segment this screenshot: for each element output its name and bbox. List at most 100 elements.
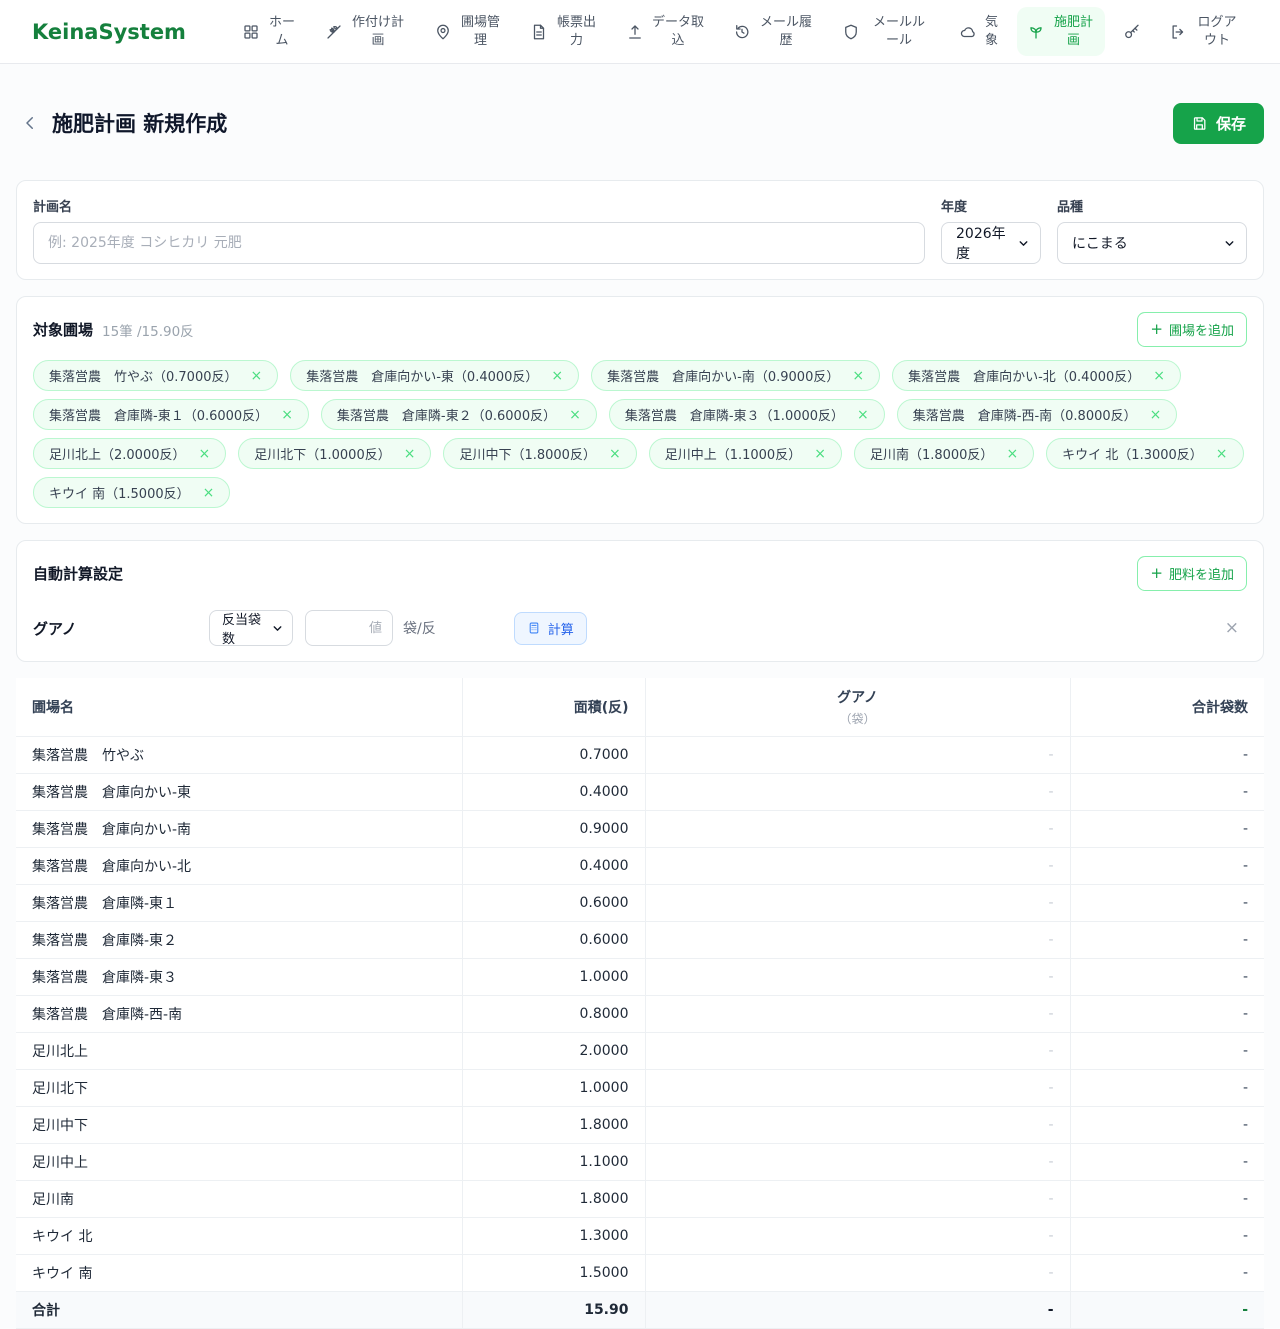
nav-item-data-import[interactable]: データ取込 xyxy=(616,7,715,56)
cell-field-name: 足川北上 xyxy=(16,1032,462,1071)
field-tag: 集落営農 倉庫隣-西-南（0.8000反） × xyxy=(896,399,1178,431)
save-button[interactable]: 保存 xyxy=(1172,102,1264,144)
back-button[interactable] xyxy=(16,109,44,137)
cell-area: 1.1000 xyxy=(461,1143,645,1182)
plan-table: 圃場名 面積(反) グアノ （袋） 合計袋数 集落営農 竹やぶ 0.7000 -… xyxy=(16,678,1264,1329)
nav-item-mail-history[interactable]: メール履歴 xyxy=(723,7,824,56)
cell-total-bags: - xyxy=(1069,1143,1264,1182)
cell-area: 1.0000 xyxy=(461,1069,645,1108)
nav-item-weather[interactable]: 気象 xyxy=(949,7,1009,56)
field-tag: 足川南（1.8000反） × xyxy=(853,438,1035,470)
nav-item-field-management[interactable]: 圃場管理 xyxy=(424,7,512,56)
history-icon xyxy=(733,23,751,41)
cell-fertilizer: - xyxy=(644,958,1070,997)
remove-tag-button[interactable]: × xyxy=(551,369,563,383)
cell-area: 1.5000 xyxy=(461,1254,645,1293)
cell-total-bags: - xyxy=(1069,847,1264,886)
target-fields-card: 対象圃場 15筆 /15.90反 + 圃場を追加 集落営農 竹やぶ（0.7000… xyxy=(16,296,1264,525)
remove-tag-button[interactable]: × xyxy=(1153,369,1165,383)
nav-item-fertilization-plan[interactable]: 施肥計画 xyxy=(1016,6,1105,57)
page-header: 施肥計画 新規作成 保存 xyxy=(0,64,1280,180)
table-row: キウイ 北 1.3000 - - xyxy=(16,1217,1264,1256)
calculate-button[interactable]: 計算 xyxy=(513,611,587,645)
plan-name-input[interactable] xyxy=(33,222,925,265)
cell-field-name: 集落営農 倉庫向かい-北 xyxy=(16,847,462,886)
calc-mode-select[interactable]: 反当袋数 xyxy=(209,610,293,647)
col-fertilizer: グアノ （袋） xyxy=(644,678,1070,738)
remove-tag-button[interactable]: × xyxy=(203,486,215,500)
table-row: 集落営農 倉庫隣-西-南 0.8000 - - xyxy=(16,995,1264,1034)
remove-tag-button[interactable]: × xyxy=(569,408,581,422)
cell-field-name: キウイ 北 xyxy=(16,1217,462,1256)
cell-total-bags: - xyxy=(1069,1106,1264,1145)
field-tag: 集落営農 倉庫隣-東３（1.0000反） × xyxy=(608,399,885,431)
cell-total-bags: - xyxy=(1069,995,1264,1034)
nav-item-mail-rules[interactable]: メールルール xyxy=(832,7,941,56)
plan-table-wrap: 圃場名 面積(反) グアノ （袋） 合計袋数 集落営農 竹やぶ 0.7000 -… xyxy=(16,678,1264,1329)
cell-fertilizer: - xyxy=(644,847,1070,886)
field-tag: 集落営農 倉庫向かい-東（0.4000反） × xyxy=(290,360,580,392)
top-nav: KeinaSystem ホーム 作付け計画 圃場管理 帳票出力 データ取込 メー… xyxy=(0,0,1280,64)
target-fields-summary: 15筆 /15.90反 xyxy=(102,323,194,340)
nav-item-report-output[interactable]: 帳票出力 xyxy=(520,7,608,56)
nav-row: ホーム 作付け計画 圃場管理 帳票出力 データ取込 メール履歴 メールルール 気… xyxy=(232,6,1250,57)
brand-logo[interactable]: KeinaSystem xyxy=(32,20,186,44)
remove-tag-button[interactable]: × xyxy=(281,408,293,422)
remove-tag-button[interactable]: × xyxy=(814,447,826,461)
remove-tag-button[interactable]: × xyxy=(609,447,621,461)
field-tag: キウイ 南（1.5000反） × xyxy=(33,477,231,509)
table-row: 集落営農 倉庫向かい-東 0.4000 - - xyxy=(16,773,1264,812)
remove-tag-button[interactable]: × xyxy=(1006,447,1018,461)
total-bags: - xyxy=(1069,1291,1264,1329)
table-row: 集落営農 竹やぶ 0.7000 - - xyxy=(16,736,1264,775)
remove-tag-button[interactable]: × xyxy=(251,369,263,383)
col-field-name: 圃場名 xyxy=(16,678,462,738)
nav-item-home[interactable]: ホーム xyxy=(232,7,307,56)
nav-item-logout[interactable]: ログアウト xyxy=(1159,7,1250,56)
auto-calc-card: 自動計算設定 + 肥料を追加 グアノ 反当袋数 袋/反 計算 × xyxy=(16,540,1264,663)
nav-item-key[interactable] xyxy=(1113,16,1151,48)
table-row: 集落営農 倉庫隣-東１ 0.6000 - - xyxy=(16,884,1264,923)
cell-fertilizer: - xyxy=(644,736,1070,775)
remove-tag-button[interactable]: × xyxy=(199,447,211,461)
calc-value-input[interactable] xyxy=(305,610,393,647)
upload-icon xyxy=(626,23,644,41)
auto-calc-title: 自動計算設定 xyxy=(33,565,124,584)
field-tag-list: 集落営農 竹やぶ（0.7000反） × 集落営農 倉庫向かい-東（0.4000反… xyxy=(33,360,1247,509)
add-fertilizer-button[interactable]: + 肥料を追加 xyxy=(1137,556,1247,592)
year-label: 年度 xyxy=(941,200,968,216)
chevron-down-icon xyxy=(271,622,284,635)
cell-total-bags: - xyxy=(1069,773,1264,812)
remove-tag-button[interactable]: × xyxy=(852,369,864,383)
remove-tag-button[interactable]: × xyxy=(1216,447,1228,461)
table-row: 集落営農 倉庫向かい-南 0.9000 - - xyxy=(16,810,1264,849)
cell-area: 1.8000 xyxy=(461,1106,645,1145)
nav-item-planting-plan[interactable]: 作付け計画 xyxy=(315,7,416,56)
wheat-icon xyxy=(325,23,343,41)
remove-tag-button[interactable]: × xyxy=(404,447,416,461)
cell-fertilizer: - xyxy=(644,773,1070,812)
remove-fertilizer-button[interactable]: × xyxy=(1225,618,1247,638)
cell-total-bags: - xyxy=(1069,958,1264,997)
cell-total-bags: - xyxy=(1069,1032,1264,1071)
cell-total-bags: - xyxy=(1069,884,1264,923)
cell-fertilizer: - xyxy=(644,1069,1070,1108)
field-tag: 集落営農 竹やぶ（0.7000反） × xyxy=(33,360,279,392)
field-tag: 足川中下（1.8000反） × xyxy=(443,438,637,470)
remove-tag-button[interactable]: × xyxy=(1150,408,1162,422)
variety-select[interactable]: にこまる xyxy=(1057,222,1247,265)
table-row: 足川南 1.8000 - - xyxy=(16,1180,1264,1219)
map-pin-icon xyxy=(434,23,452,41)
col-total-bags: 合計袋数 xyxy=(1069,678,1264,738)
year-select[interactable]: 2026年度 xyxy=(941,222,1041,265)
table-row: 集落営農 倉庫向かい-北 0.4000 - - xyxy=(16,847,1264,886)
table-row: 集落営農 倉庫隣-東３ 1.0000 - - xyxy=(16,958,1264,997)
add-field-button[interactable]: + 圃場を追加 xyxy=(1137,312,1247,348)
cell-area: 1.8000 xyxy=(461,1180,645,1219)
cell-field-name: 集落営農 倉庫隣-東２ xyxy=(16,921,462,960)
col-area: 面積(反) xyxy=(461,678,645,738)
cloud-icon xyxy=(959,23,977,41)
cell-field-name: 足川中上 xyxy=(16,1143,462,1182)
key-icon xyxy=(1123,23,1141,41)
remove-tag-button[interactable]: × xyxy=(857,408,869,422)
